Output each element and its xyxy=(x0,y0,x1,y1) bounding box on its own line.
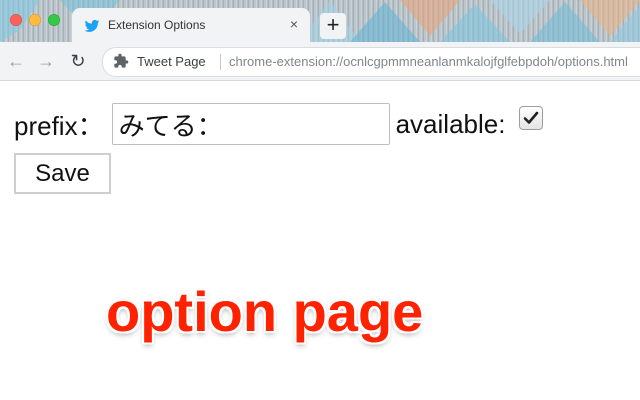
available-label: available: xyxy=(395,108,506,139)
browser-window: Extension Options × + ← → ↻ Tweet Page c… xyxy=(0,0,640,400)
reload-button[interactable]: ↻ xyxy=(68,51,88,71)
twitter-icon xyxy=(84,18,100,34)
prefix-input[interactable] xyxy=(111,103,390,145)
tab-title: Extension Options xyxy=(108,18,206,32)
prefix-label: prefix： xyxy=(14,110,104,141)
extension-name-chip: Tweet Page xyxy=(137,54,206,69)
extension-puzzle-icon xyxy=(113,53,129,69)
back-button[interactable]: ← xyxy=(6,51,26,71)
check-icon xyxy=(524,111,539,124)
options-form-row: prefix： available: xyxy=(14,101,544,147)
browser-toolbar: ← → ↻ Tweet Page chrome-extension://ocnl… xyxy=(0,42,640,81)
options-page: prefix： available: Save option page xyxy=(0,81,640,400)
available-checkbox[interactable] xyxy=(519,106,544,130)
save-button[interactable]: Save xyxy=(14,153,111,194)
url-text[interactable]: chrome-extension://ocnlcgpmmneanlanmkalo… xyxy=(229,54,628,69)
window-maximize-button[interactable] xyxy=(48,14,60,26)
window-close-button[interactable] xyxy=(10,14,22,26)
address-bar[interactable]: Tweet Page chrome-extension://ocnlcgpmmn… xyxy=(102,47,640,77)
tab-strip: Extension Options × + xyxy=(0,0,640,42)
overlay-caption: option page xyxy=(106,280,424,343)
new-tab-button[interactable]: + xyxy=(320,13,346,39)
window-minimize-button[interactable] xyxy=(29,14,41,26)
forward-button[interactable]: → xyxy=(36,51,56,71)
omnibox-divider xyxy=(220,54,221,70)
tab-close-icon[interactable]: × xyxy=(286,16,302,32)
tab-extension-options[interactable]: Extension Options × xyxy=(72,8,310,42)
